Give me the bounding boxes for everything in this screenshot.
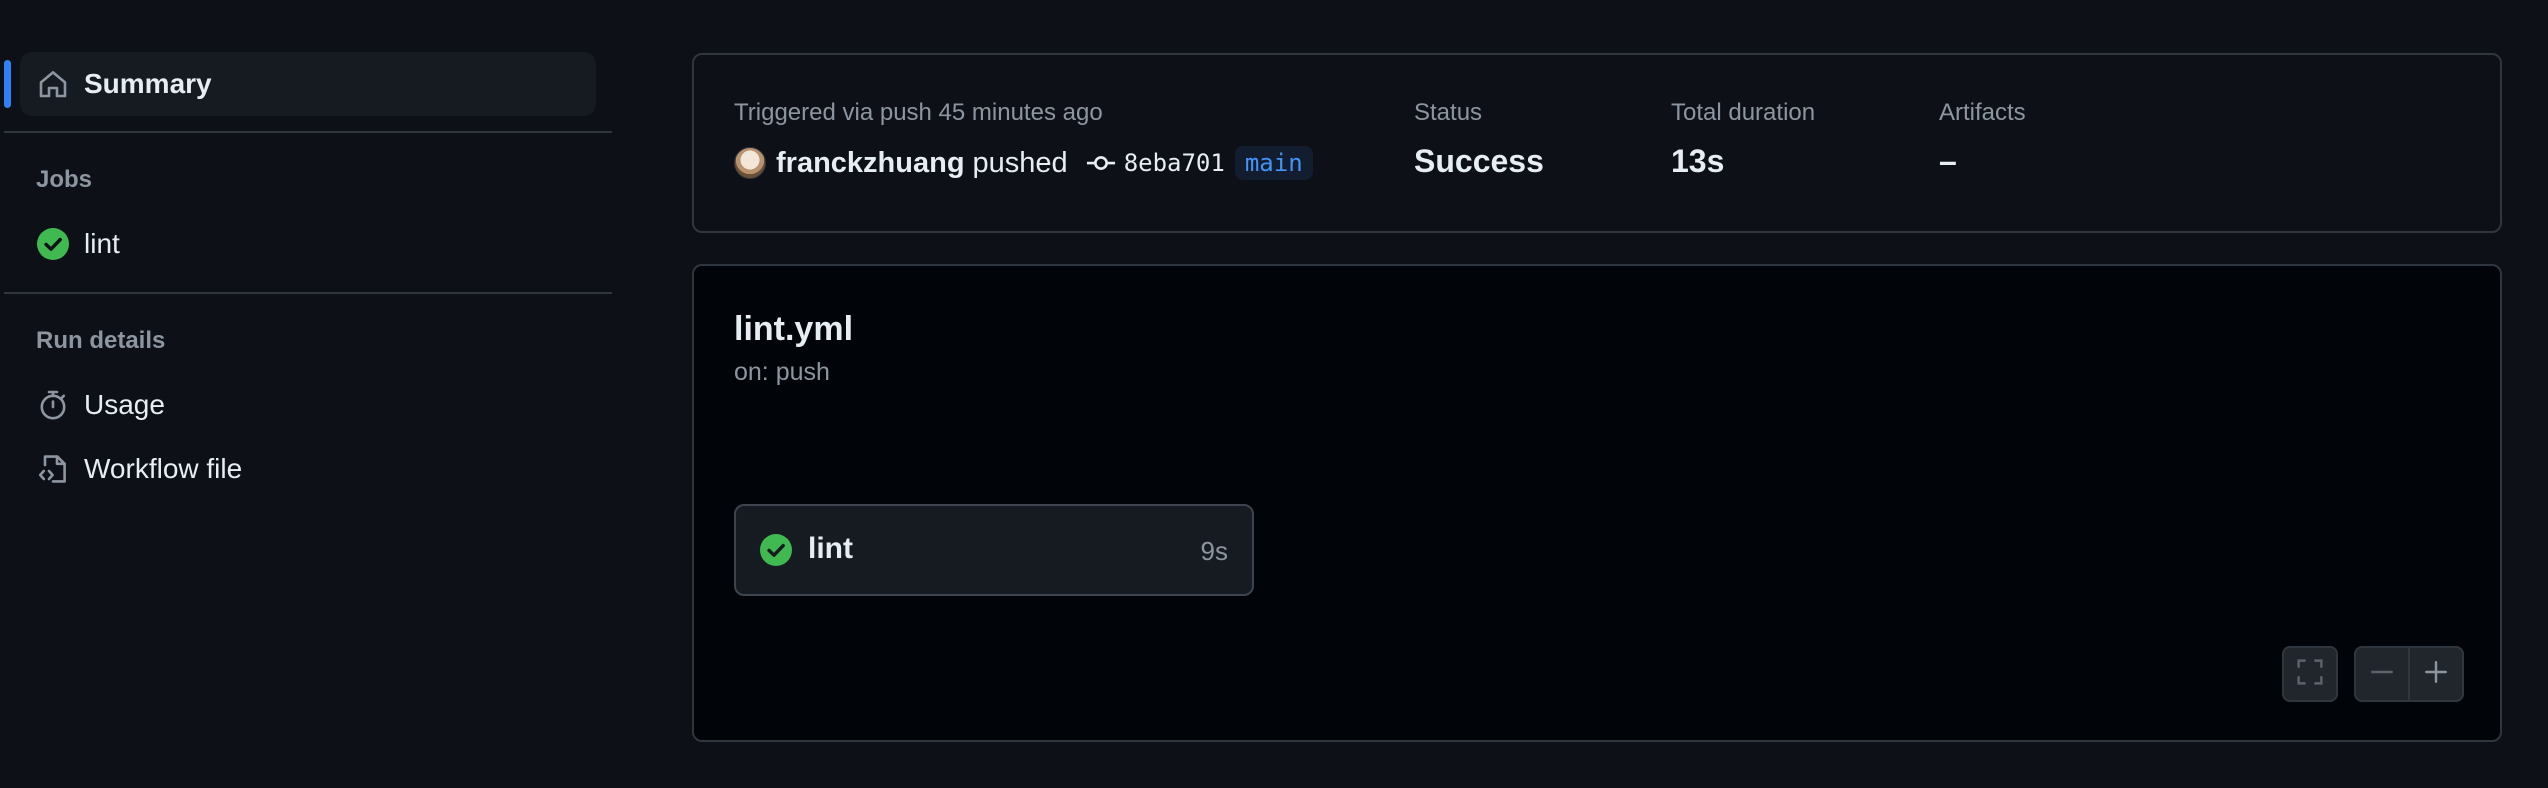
branch-badge[interactable]: main (1234, 146, 1313, 180)
divider (4, 292, 612, 294)
avatar[interactable] (734, 147, 766, 179)
zoom-controls (2354, 646, 2464, 702)
actor-link[interactable]: franckzhuang (776, 147, 965, 180)
workflow-file-name: lint.yml (734, 310, 854, 348)
duration-label: Total duration (1671, 99, 1816, 126)
run-summary-card: Triggered via push 45 minutes ago franck… (692, 53, 2502, 233)
check-circle-icon (36, 227, 70, 261)
status-label: Status (1414, 99, 1483, 126)
zoom-in-button[interactable] (2408, 648, 2462, 700)
file-code-icon (36, 452, 70, 486)
sidebar-item-label: lint (84, 228, 120, 259)
jobs-heading: Jobs (36, 166, 93, 193)
sidebar-item-label: Usage (84, 389, 165, 420)
git-commit-icon (1086, 148, 1116, 178)
sidebar-item-summary[interactable]: Summary (20, 52, 596, 116)
run-details-heading: Run details (36, 327, 166, 354)
sidebar-item-usage[interactable]: Usage (20, 373, 596, 437)
active-indicator (4, 60, 11, 108)
sidebar-item-label: Summary (84, 68, 212, 99)
job-name: lint (808, 532, 853, 565)
divider (4, 131, 612, 133)
sidebar-item-workflow-file[interactable]: Workflow file (20, 437, 596, 501)
zoom-out-button[interactable] (2356, 648, 2408, 700)
workflow-graph-card: lint.yml on: push lint 9s (692, 264, 2502, 742)
trigger-text: Triggered via push 45 minutes ago (734, 99, 1103, 126)
plus-icon (2423, 659, 2449, 690)
job-node-lint[interactable]: lint 9s (734, 504, 1254, 596)
sidebar-item-label: Workflow file (84, 453, 243, 484)
workflow-trigger: on: push (734, 358, 830, 386)
artifacts-label: Artifacts (1939, 99, 2026, 126)
status-value: Success (1414, 143, 1544, 179)
sidebar: Summary Jobs lint Run details Usage Work… (0, 0, 612, 788)
trigger-row: franckzhuang pushed 8eba701 main (734, 143, 1313, 183)
artifacts-value: – (1939, 143, 1957, 179)
home-icon (36, 67, 70, 101)
check-circle-icon (760, 534, 792, 571)
job-duration: 9s (1200, 536, 1228, 566)
fullscreen-icon (2296, 658, 2324, 691)
sidebar-item-job-lint[interactable]: lint (20, 212, 596, 276)
stopwatch-icon (36, 388, 70, 422)
action-text: pushed (972, 146, 1068, 179)
fullscreen-button[interactable] (2282, 646, 2338, 702)
minus-icon (2369, 659, 2395, 690)
commit-sha-link[interactable]: 8eba701 (1124, 149, 1225, 177)
duration-value: 13s (1671, 143, 1725, 179)
